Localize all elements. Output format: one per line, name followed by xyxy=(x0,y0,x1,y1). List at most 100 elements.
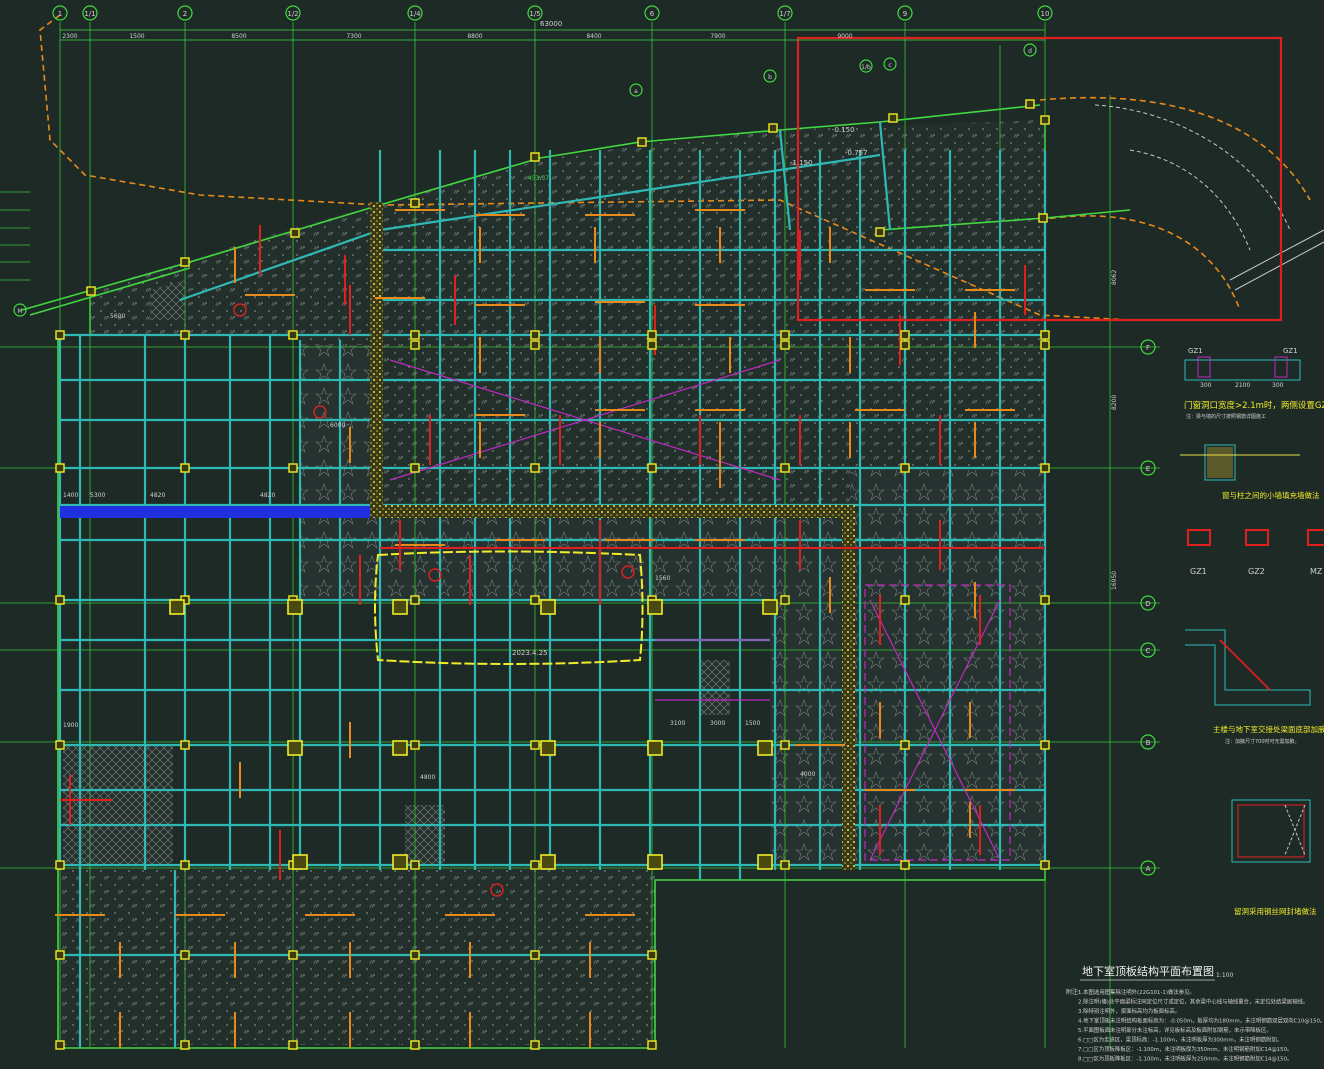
column-small xyxy=(180,330,190,340)
gz1-tag-right: GZ1 xyxy=(1283,347,1298,355)
column-small xyxy=(647,463,657,473)
column-small xyxy=(530,330,540,340)
top-dimension-text: 1500 xyxy=(129,33,144,40)
column-small xyxy=(780,330,790,340)
column-small xyxy=(410,330,420,340)
svg-text:5600: 5600 xyxy=(110,313,125,320)
column-large xyxy=(647,740,663,756)
column-small xyxy=(290,228,300,238)
svg-text:1400: 1400 xyxy=(63,492,78,499)
column-small xyxy=(780,860,790,870)
total-dimension-text: 63000 xyxy=(540,20,562,28)
svg-text:3000: 3000 xyxy=(710,720,725,727)
column-small xyxy=(900,330,910,340)
column-small xyxy=(180,950,190,960)
column-small xyxy=(1040,330,1050,340)
svg-text:6000: 6000 xyxy=(330,422,345,429)
structural-plan-svg[interactable]: 1 1/1 2 1/2 1/4 1/5 6 1/7 9 10 F E D C B Aa b 1/b c d M 6300… xyxy=(0,0,1324,1065)
circle-label: 453.37 xyxy=(528,175,549,182)
axis-bubble-label: a xyxy=(634,88,638,95)
column-small xyxy=(1040,860,1050,870)
gz1-tag-left: GZ1 xyxy=(1188,347,1203,355)
column-small xyxy=(288,330,298,340)
drawing-note-line: 8.□□区为顶板降板区：-1.100m，未注明板厚为250mm，未注明钢筋附加C… xyxy=(1078,1055,1292,1063)
top-dimension-text: 7900 xyxy=(710,33,725,40)
column-small xyxy=(180,257,190,267)
column-small xyxy=(410,198,420,208)
axis-bubble-label: F xyxy=(1146,344,1150,352)
column-small xyxy=(900,463,910,473)
column-small xyxy=(530,340,540,350)
right-dimension-text: 8062 xyxy=(1111,270,1118,285)
column-small xyxy=(900,740,910,750)
column-small xyxy=(55,860,65,870)
column-large xyxy=(392,854,408,870)
column-small xyxy=(410,595,420,605)
svg-text:300: 300 xyxy=(1272,382,1284,389)
column-small xyxy=(647,340,657,350)
svg-text:1560: 1560 xyxy=(655,575,670,582)
axis-bubble-label: C xyxy=(1146,647,1151,655)
axis-bubble-label: A xyxy=(1146,865,1151,873)
svg-text:3100: 3100 xyxy=(670,720,685,727)
column-small xyxy=(180,860,190,870)
top-dimension-text: 9000 xyxy=(837,33,852,40)
column-small xyxy=(530,595,540,605)
svg-text:MZ: MZ xyxy=(1310,567,1323,576)
axis-bubble-label: c xyxy=(888,62,891,69)
column-small xyxy=(530,740,540,750)
column-small xyxy=(410,740,420,750)
column-small xyxy=(900,340,910,350)
drawing-note-line: 1.本图选用图集除注明外(22G101-1)做法参见。 xyxy=(1078,988,1195,996)
drawing-note-line: 3.除特别注明外，梁面标高均为板面标高。 xyxy=(1078,1007,1180,1015)
column-small xyxy=(780,595,790,605)
axis-bubble-label: 1/b xyxy=(861,64,871,71)
column-small xyxy=(637,137,647,147)
blue-transfer-beam xyxy=(60,506,370,518)
column-small xyxy=(900,595,910,605)
wall-detail-title: 窗与柱之间的小墙填充墙做法 xyxy=(1222,490,1320,500)
drawing-note-line: 2.除注明(墙)处平面梁标注同定位尺寸或定位，其余梁中心线与轴线重合，未定位处结… xyxy=(1078,998,1308,1006)
column-small xyxy=(780,463,790,473)
column-small xyxy=(530,152,540,162)
cad-drawing-canvas[interactable]: 1 1/1 2 1/2 1/4 1/5 6 1/7 9 10 F E D C B Aa b 1/b c d M 6300… xyxy=(0,0,1324,1065)
axis-bubble-label: E xyxy=(1146,465,1150,473)
column-small xyxy=(288,950,298,960)
drawing-note-line: 7.□□区为顶板降板区：-1.100m，未注明板厚为350mm，未注明钢筋附加C… xyxy=(1078,1045,1292,1053)
svg-text:4820: 4820 xyxy=(260,492,275,499)
column-large xyxy=(540,599,556,615)
column-small xyxy=(530,1040,540,1050)
top-dimension-text: 8500 xyxy=(231,33,246,40)
column-small xyxy=(55,330,65,340)
column-large xyxy=(757,854,773,870)
right-dimension-text: 8200 xyxy=(1111,395,1118,410)
axis-bubble-label: B xyxy=(1146,739,1151,747)
column-large xyxy=(292,854,308,870)
svg-text:300: 300 xyxy=(1200,382,1212,389)
column-large xyxy=(287,740,303,756)
column-small xyxy=(180,463,190,473)
column-small xyxy=(55,1040,65,1050)
drawing-scale: 1:100 xyxy=(1216,972,1233,979)
axis-bubble-label: 1/2 xyxy=(287,10,298,18)
axis-bubble-label: M xyxy=(17,308,22,315)
column-small xyxy=(780,740,790,750)
junction-detail-title: 主楼与地下室交接处梁面底部加腋大样 xyxy=(1213,724,1324,734)
drawing-note-line: 4.地下室顶板未注明结构板面标高为：-0.050m，板厚均为180mm，未注明钢… xyxy=(1078,1017,1324,1025)
column-large xyxy=(647,854,663,870)
top-dimension-text: 8400 xyxy=(586,33,601,40)
column-small xyxy=(1025,99,1035,109)
svg-text:2100: 2100 xyxy=(1235,382,1250,389)
slab-hatch-regions xyxy=(60,120,1045,1045)
ramp-curve xyxy=(1094,104,1324,291)
column-large xyxy=(392,740,408,756)
column-large xyxy=(287,599,303,615)
column-small xyxy=(410,463,420,473)
column-small xyxy=(86,286,96,296)
right-dimension-text: 16950 xyxy=(1111,571,1118,590)
elevation-text-2: -0.757 xyxy=(845,149,868,157)
svg-text:1500: 1500 xyxy=(745,720,760,727)
column-small xyxy=(1040,595,1050,605)
column-small xyxy=(875,227,885,237)
column-small xyxy=(1040,463,1050,473)
